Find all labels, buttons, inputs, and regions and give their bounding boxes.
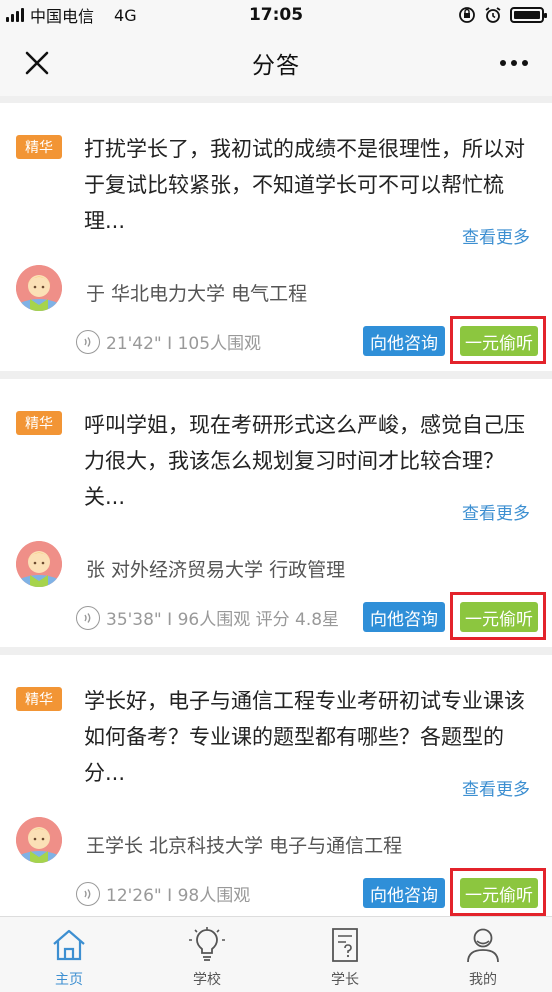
highlight-frame — [450, 592, 546, 640]
tab-label: 学长 — [331, 972, 359, 988]
avatar[interactable] — [16, 541, 62, 587]
tab-seniors[interactable]: 学长 — [276, 917, 414, 992]
close-button[interactable] — [20, 46, 54, 80]
answer-card[interactable]: 精华 学长好，电子与通信工程专业考研初试专业课该如何备考？专业课的题型都有哪些？… — [0, 655, 552, 916]
signal-icon — [6, 8, 24, 22]
tab-home[interactable]: 主页 — [0, 917, 138, 992]
alarm-icon — [485, 7, 501, 23]
consult-button[interactable]: 向他咨询 — [363, 602, 445, 632]
network-type: 4G — [114, 5, 137, 25]
lightbulb-icon — [189, 927, 225, 961]
view-more-link[interactable]: 查看更多 — [462, 223, 530, 248]
tab-label: 主页 — [55, 972, 83, 988]
avatar[interactable] — [16, 817, 62, 863]
audio-meta: 35'38" I 96人围观 评分 4.8星 — [106, 610, 340, 630]
view-more-link[interactable]: 查看更多 — [462, 775, 530, 800]
more-button[interactable] — [496, 46, 532, 80]
audio-play-icon[interactable] — [76, 605, 100, 630]
author-info: 于 华北电力大学 电气工程 — [86, 283, 308, 305]
audio-play-icon[interactable] — [76, 329, 100, 354]
tab-label: 学校 — [193, 972, 221, 988]
battery-icon — [510, 7, 547, 23]
more-dots-icon — [500, 60, 506, 66]
consult-button[interactable]: 向他咨询 — [363, 878, 445, 908]
user-icon — [467, 928, 499, 963]
author-info: 王学长 北京科技大学 电子与通信工程 — [86, 835, 403, 857]
tab-school[interactable]: 学校 — [138, 917, 276, 992]
answer-card[interactable]: 精华 呼叫学姐，现在考研形式这么严峻，感觉自己压力很大，我该怎么规划复习时间才比… — [0, 379, 552, 647]
audio-play-icon[interactable] — [76, 881, 100, 906]
close-icon — [25, 51, 49, 75]
featured-tag: 精华 — [16, 687, 62, 711]
consult-button[interactable]: 向他咨询 — [363, 326, 445, 356]
tab-label: 我的 — [469, 972, 497, 988]
question-doc-icon — [332, 928, 358, 962]
tab-mine[interactable]: 我的 — [414, 917, 552, 992]
highlight-frame — [450, 316, 546, 364]
view-more-link[interactable]: 查看更多 — [462, 499, 530, 524]
answer-card[interactable]: 精华 打扰学长了，我初试的成绩不是很理性，所以对于复试比较紧张，不知道学长可不可… — [0, 103, 552, 371]
nav-bar: 分答 — [0, 30, 552, 96]
orientation-lock-icon — [459, 7, 475, 23]
author-info: 张 对外经济贸易大学 行政管理 — [86, 559, 346, 581]
carrier-name: 中国电信 — [30, 7, 95, 26]
home-icon — [53, 929, 85, 961]
status-bar: 中国电信 4G 17:05 — [0, 0, 552, 30]
avatar[interactable] — [16, 265, 62, 311]
tab-bar: 主页 学校 学长 我的 — [0, 916, 552, 992]
audio-meta: 21'42" I 105人围观 — [106, 334, 262, 354]
featured-tag: 精华 — [16, 411, 62, 435]
highlight-frame — [450, 868, 546, 916]
audio-meta: 12'26" I 98人围观 — [106, 886, 251, 906]
page-title: 分答 — [252, 53, 300, 79]
featured-tag: 精华 — [16, 135, 62, 159]
